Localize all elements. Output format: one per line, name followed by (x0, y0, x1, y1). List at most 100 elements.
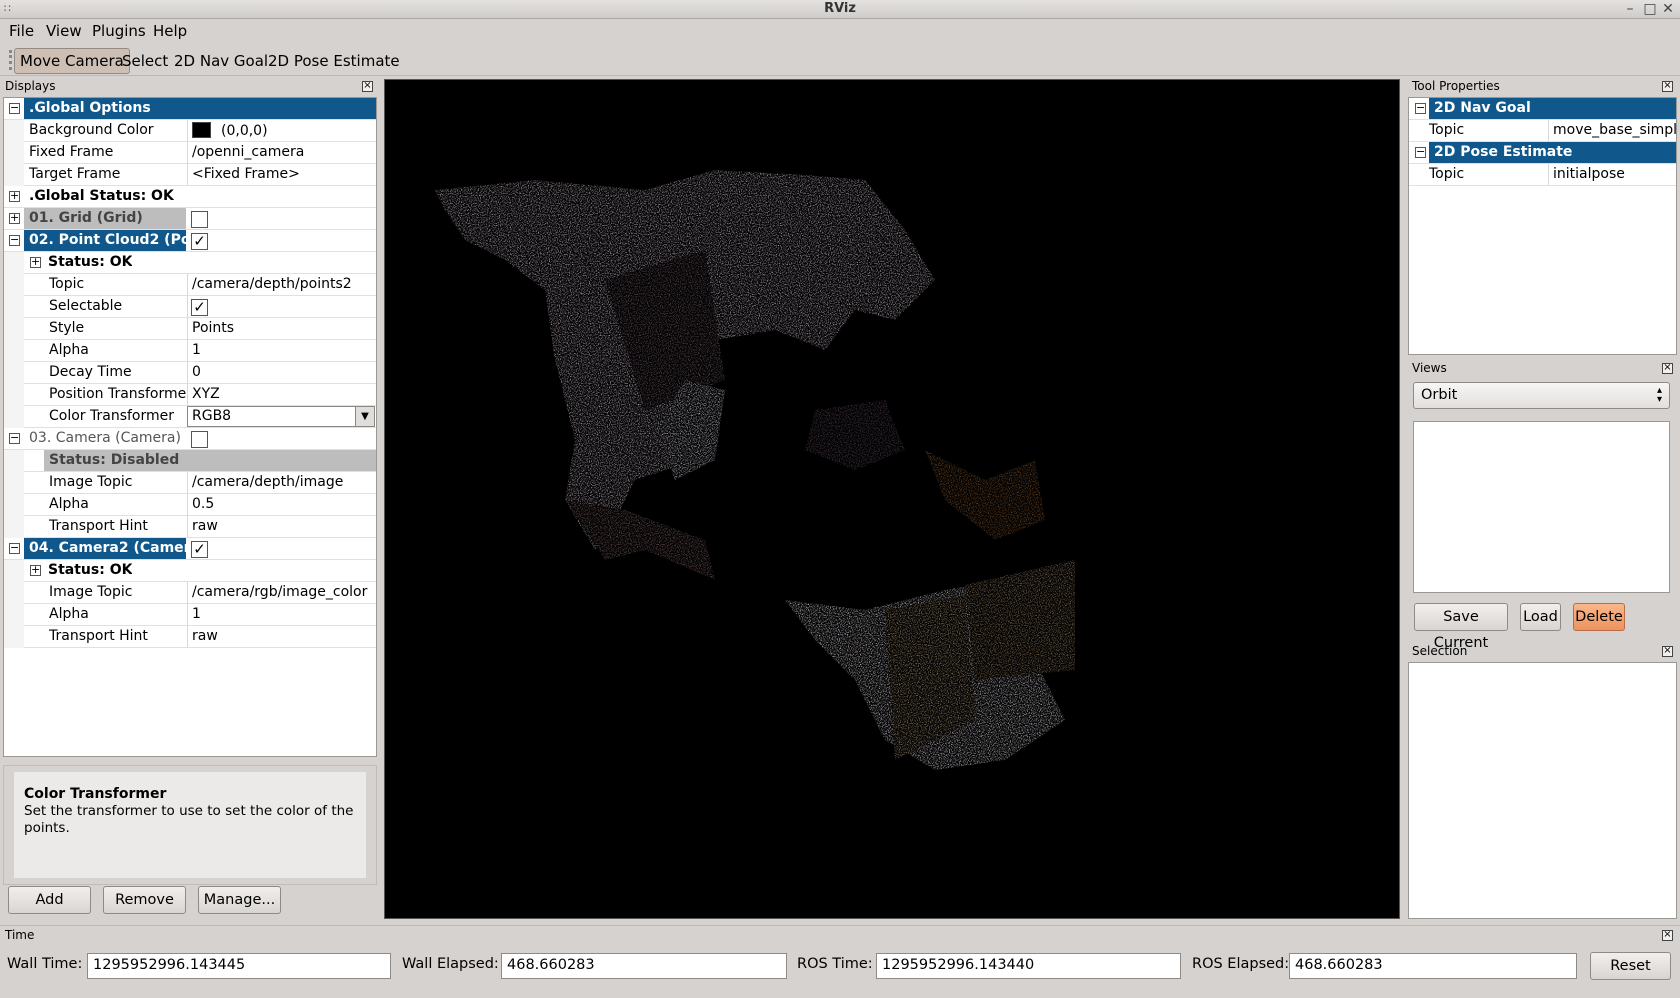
pointcloud-enabled-checkbox[interactable]: ✓ (191, 233, 208, 250)
load-view-button[interactable]: Load (1520, 603, 1561, 631)
tree-row-cam2-transport[interactable]: Transport Hint raw (4, 626, 376, 648)
displays-close-icon[interactable]: × (362, 81, 373, 92)
row-value[interactable]: (0,0,0) (187, 120, 376, 141)
camera2-enabled-checkbox[interactable]: ✓ (191, 541, 208, 558)
expand-icon[interactable]: + (30, 564, 41, 576)
render-3d-view[interactable] (384, 79, 1400, 919)
remove-display-button[interactable]: Remove (103, 886, 186, 914)
row-value[interactable]: raw (187, 626, 376, 647)
close-icon[interactable]: ✕ (1660, 1, 1676, 17)
add-display-button[interactable]: Add (8, 886, 91, 914)
row-indent (4, 626, 24, 648)
wall-elapsed-field[interactable]: 468.660283 (501, 953, 787, 979)
delete-view-button[interactable]: Delete (1573, 603, 1625, 631)
tree-row-cam2-status[interactable]: + Status: OK (4, 560, 376, 582)
row-value[interactable]: /camera/depth/image (187, 472, 376, 493)
time-dock-title: Time (5, 928, 35, 942)
tree-row-pointcloud2[interactable]: − 02. Point Cloud2 (Po ✓ (4, 230, 376, 252)
tool-select[interactable]: Select (116, 48, 174, 74)
row-value[interactable]: 0.5 (187, 494, 376, 515)
tree-row-cam-alpha[interactable]: Alpha 0.5 (4, 494, 376, 516)
tree-row-pc-status[interactable]: + Status: OK (4, 252, 376, 274)
camera-enabled-checkbox[interactable] (191, 431, 208, 448)
selectable-checkbox[interactable]: ✓ (191, 299, 208, 316)
save-current-view-button[interactable]: Save Current (1414, 603, 1508, 651)
collapse-icon[interactable]: − (9, 234, 20, 246)
row-key: Fixed Frame (29, 144, 114, 160)
tree-row-background-color[interactable]: Background Color (0,0,0) (4, 120, 376, 142)
menu-help[interactable]: Help (153, 22, 187, 40)
tree-row-pc-alpha[interactable]: Alpha 1 (4, 340, 376, 362)
collapse-icon[interactable]: − (1415, 102, 1426, 114)
wall-elapsed-label: Wall Elapsed: (402, 956, 499, 972)
time-close-icon[interactable]: × (1662, 930, 1673, 941)
tree-row-camera2[interactable]: − 04. Camera2 (Camer ✓ (4, 538, 376, 560)
point-cloud-render[interactable] (385, 80, 1400, 919)
tree-row-pc-decay[interactable]: Decay Time 0 (4, 362, 376, 384)
ros-elapsed-field[interactable]: 468.660283 (1289, 953, 1577, 979)
row-value[interactable]: move_base_simple (1548, 120, 1676, 141)
tree-row-fixed-frame[interactable]: Fixed Frame /openni_camera (4, 142, 376, 164)
tree-row-global-options[interactable]: − .Global Options (4, 98, 376, 120)
toolbar-grip[interactable] (9, 50, 12, 70)
grid-enabled-checkbox[interactable] (191, 211, 208, 228)
row-value[interactable]: /camera/depth/points2 (187, 274, 376, 295)
minimize-icon[interactable]: – (1622, 1, 1638, 17)
row-value[interactable]: /camera/rgb/image_color (187, 582, 376, 603)
menu-plugins[interactable]: Plugins (92, 22, 146, 40)
tool-row-pose-estimate[interactable]: − 2D Pose Estimate (1409, 142, 1676, 164)
row-value[interactable]: initialpose (1548, 164, 1676, 185)
view-type-select[interactable]: Orbit ▴ ▾ (1413, 382, 1670, 409)
tool-row-pose-estimate-topic[interactable]: Topic initialpose (1409, 164, 1676, 186)
row-value[interactable]: raw (187, 516, 376, 537)
selection-panel[interactable] (1408, 662, 1677, 919)
expand-icon[interactable]: + (30, 256, 41, 268)
expand-icon[interactable]: + (9, 212, 20, 224)
tree-row-target-frame[interactable]: Target Frame <Fixed Frame> (4, 164, 376, 186)
tree-row-cam2-alpha[interactable]: Alpha 1 (4, 604, 376, 626)
row-value[interactable]: 0 (187, 362, 376, 383)
dropdown-arrow-icon[interactable]: ▼ (355, 407, 374, 426)
color-swatch[interactable] (192, 122, 211, 138)
expand-icon[interactable]: + (9, 190, 20, 202)
tool-2d-pose-estimate[interactable]: 2D Pose Estimate (262, 48, 406, 74)
tree-row-cam-status[interactable]: Status: Disabled (4, 450, 376, 472)
tree-row-global-status[interactable]: + .Global Status: OK (4, 186, 376, 208)
row-value[interactable]: 1 (187, 604, 376, 625)
row-value[interactable]: 1 (187, 340, 376, 361)
reset-time-button[interactable]: Reset (1590, 952, 1671, 980)
saved-views-list[interactable] (1413, 421, 1670, 593)
tool-2d-nav-goal[interactable]: 2D Nav Goal (168, 48, 274, 74)
maximize-icon[interactable]: □ (1642, 1, 1658, 17)
row-value[interactable]: <Fixed Frame> (187, 164, 376, 185)
tree-row-cam2-image-topic[interactable]: Image Topic /camera/rgb/image_color (4, 582, 376, 604)
collapse-icon[interactable]: − (9, 542, 20, 554)
row-value[interactable]: XYZ (187, 384, 376, 405)
ros-time-field[interactable]: 1295952996.143440 (876, 953, 1181, 979)
tree-row-cam-transport[interactable]: Transport Hint raw (4, 516, 376, 538)
collapse-icon[interactable]: − (1415, 146, 1426, 158)
tool-move-camera[interactable]: Move Camera (14, 48, 130, 74)
tree-row-pc-color-transformer[interactable]: Color Transformer RGB8 ▼ (4, 406, 376, 428)
tree-row-cam-image-topic[interactable]: Image Topic /camera/depth/image (4, 472, 376, 494)
color-transformer-combo[interactable]: RGB8 ▼ (187, 406, 375, 427)
wall-time-field[interactable]: 1295952996.143445 (87, 953, 391, 979)
tree-row-pc-selectable[interactable]: Selectable ✓ (4, 296, 376, 318)
manage-displays-button[interactable]: Manage... (198, 886, 281, 914)
tool-row-nav-goal[interactable]: − 2D Nav Goal (1409, 98, 1676, 120)
tree-row-pc-style[interactable]: Style Points (4, 318, 376, 340)
tree-row-camera[interactable]: − 03. Camera (Camera) (4, 428, 376, 450)
selection-close-icon[interactable]: × (1662, 646, 1673, 657)
menu-view[interactable]: View (46, 22, 82, 40)
views-close-icon[interactable]: × (1662, 363, 1673, 374)
collapse-icon[interactable]: − (9, 432, 20, 444)
row-value[interactable]: Points (187, 318, 376, 339)
tree-row-pc-topic[interactable]: Topic /camera/depth/points2 (4, 274, 376, 296)
tool-row-nav-goal-topic[interactable]: Topic move_base_simple (1409, 120, 1676, 142)
collapse-icon[interactable]: − (9, 102, 20, 114)
tree-row-pc-position-transformer[interactable]: Position Transformer XYZ (4, 384, 376, 406)
tool-properties-close-icon[interactable]: × (1662, 81, 1673, 92)
row-value[interactable]: /openni_camera (187, 142, 376, 163)
menu-file[interactable]: File (9, 22, 34, 40)
tree-row-grid[interactable]: + 01. Grid (Grid) (4, 208, 376, 230)
